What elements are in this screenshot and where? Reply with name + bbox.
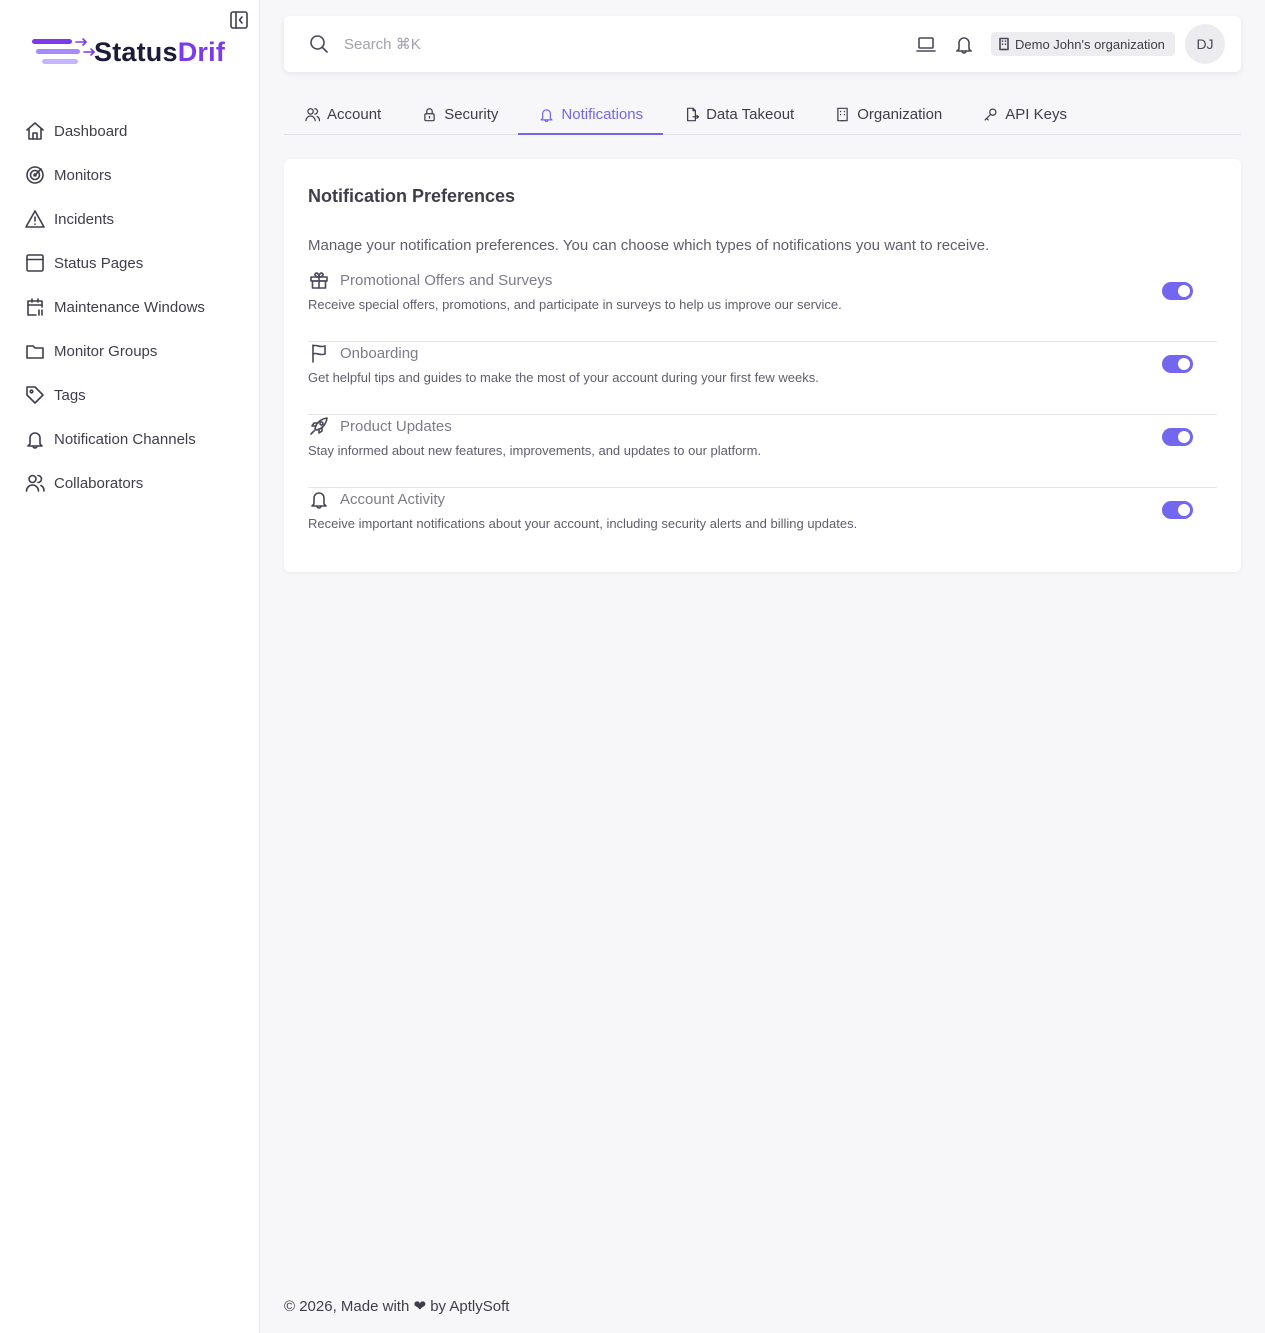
tab-label: Data Takeout <box>706 106 795 123</box>
home-icon <box>26 122 44 140</box>
tab-label: API Keys <box>1005 106 1067 123</box>
preference-description: Receive important notifications about yo… <box>308 516 858 531</box>
bell-icon <box>540 109 553 122</box>
sidebar-item-label: Monitors <box>54 166 112 184</box>
preference-header: Promotional Offers and Surveys <box>308 269 552 291</box>
organization-switcher[interactable]: Demo John's organization <box>991 32 1175 56</box>
users-icon <box>305 108 321 122</box>
preference-onboarding: Onboarding Get helpful tips and guides t… <box>308 342 1217 415</box>
sidebar-item-monitor-groups[interactable]: Monitor Groups <box>0 329 259 373</box>
preference-description: Get helpful tips and guides to make the … <box>308 370 819 385</box>
tab-organization[interactable]: Organization <box>814 95 962 134</box>
card-description: Manage your notification preferences. Yo… <box>308 237 990 254</box>
tab-label: Organization <box>857 106 943 123</box>
preference-description: Receive special offers, promotions, and … <box>308 297 842 312</box>
calendar-clock-icon <box>27 298 43 316</box>
tab-data-takeout[interactable]: Data Takeout <box>663 95 814 134</box>
tab-label: Account <box>327 106 382 123</box>
top-bar: Demo John's organization DJ <box>284 16 1241 72</box>
notifications-bell-icon[interactable] <box>953 33 975 55</box>
preference-description: Stay informed about new features, improv… <box>308 443 762 458</box>
account-activity-toggle[interactable] <box>1162 501 1193 519</box>
sidebar-item-label: Monitor Groups <box>54 342 158 360</box>
settings-tabs: Account Security Notifications Data Take… <box>284 95 1241 135</box>
toggle-knob <box>1178 358 1190 370</box>
sidebar-item-label: Tags <box>54 386 86 404</box>
preference-title: Product Updates <box>340 417 452 435</box>
sidebar-item-notification-channels[interactable]: Notification Channels <box>0 417 259 461</box>
tab-notifications[interactable]: Notifications <box>518 95 663 135</box>
building-icon <box>999 37 1009 51</box>
laptop-icon[interactable] <box>915 33 937 55</box>
tab-security[interactable]: Security <box>401 95 518 134</box>
file-export-icon <box>687 107 700 122</box>
sidebar-item-status-pages[interactable]: Status Pages <box>0 241 259 285</box>
flag-icon <box>312 344 326 363</box>
sidebar-item-incidents[interactable]: Incidents <box>0 197 259 241</box>
sidebar-item-tags[interactable]: Tags <box>0 373 259 417</box>
sidebar-item-collaborators[interactable]: Collaborators <box>0 461 259 505</box>
tab-api-keys[interactable]: API Keys <box>962 95 1087 134</box>
sidebar-item-dashboard[interactable]: Dashboard <box>0 109 259 153</box>
bell-icon <box>27 432 43 449</box>
sidebar-item-label: Notification Channels <box>54 430 196 448</box>
sidebar-item-maintenance-windows[interactable]: Maintenance Windows <box>0 285 259 329</box>
search-input[interactable] <box>344 31 644 57</box>
rocket-icon <box>310 417 328 435</box>
product-updates-toggle[interactable] <box>1162 428 1193 446</box>
sidebar-item-label: Status Pages <box>54 254 144 272</box>
sidebar-item-label: Incidents <box>54 210 115 228</box>
onboarding-toggle[interactable] <box>1162 355 1193 373</box>
building-icon <box>837 107 848 122</box>
notification-preferences-card: Notification Preferences Manage your not… <box>284 159 1241 572</box>
tab-account[interactable]: Account <box>284 95 401 134</box>
preference-header: Product Updates <box>308 415 452 437</box>
organization-name: Demo John's organization <box>1015 36 1165 52</box>
radar-icon <box>26 166 44 184</box>
preference-title: Onboarding <box>340 344 419 362</box>
preference-header: Onboarding <box>308 342 418 364</box>
preference-account-activity: Account Activity Receive important notif… <box>308 488 1217 561</box>
sidebar-collapse-icon[interactable] <box>229 10 249 30</box>
logo[interactable]: StatusDrif <box>30 34 244 70</box>
logo-text: StatusDrif <box>94 36 226 67</box>
toggle-knob <box>1178 504 1190 516</box>
sidebar-nav: Dashboard Monitors Incidents Status Page… <box>0 109 259 505</box>
promotional-toggle[interactable] <box>1162 282 1193 300</box>
toggle-knob <box>1178 431 1190 443</box>
users-icon <box>25 474 45 492</box>
bell-icon <box>311 492 327 509</box>
tab-label: Security <box>444 106 499 123</box>
sidebar-item-label: Maintenance Windows <box>54 298 205 316</box>
preference-title: Promotional Offers and Surveys <box>340 271 553 289</box>
sidebar: StatusDrif Dashboard Monitors Incidents … <box>0 0 260 1333</box>
footer: © 2026, Made with ❤ by AptlySoft <box>284 1298 510 1315</box>
preference-header: Account Activity <box>308 488 445 510</box>
folder-icon <box>26 345 44 359</box>
lock-icon <box>424 108 435 122</box>
card-title: Notification Preferences <box>308 186 516 206</box>
sidebar-item-label: Dashboard <box>54 122 128 140</box>
preference-title: Account Activity <box>340 490 446 508</box>
logo-mark <box>32 38 95 64</box>
browser-icon <box>26 254 44 272</box>
sidebar-item-monitors[interactable]: Monitors <box>0 153 259 197</box>
sidebar-item-label: Collaborators <box>54 474 144 492</box>
avatar[interactable]: DJ <box>1185 24 1225 64</box>
tag-icon <box>26 386 44 404</box>
alert-triangle-icon <box>25 210 45 228</box>
gift-icon <box>310 272 328 289</box>
tab-label: Notifications <box>561 106 644 123</box>
toggle-knob <box>1178 285 1190 297</box>
search-icon[interactable] <box>308 33 330 55</box>
preference-promotional: Promotional Offers and Surveys Receive s… <box>308 269 1217 342</box>
preference-product-updates: Product Updates Stay informed about new … <box>308 415 1217 488</box>
key-icon <box>984 108 997 121</box>
